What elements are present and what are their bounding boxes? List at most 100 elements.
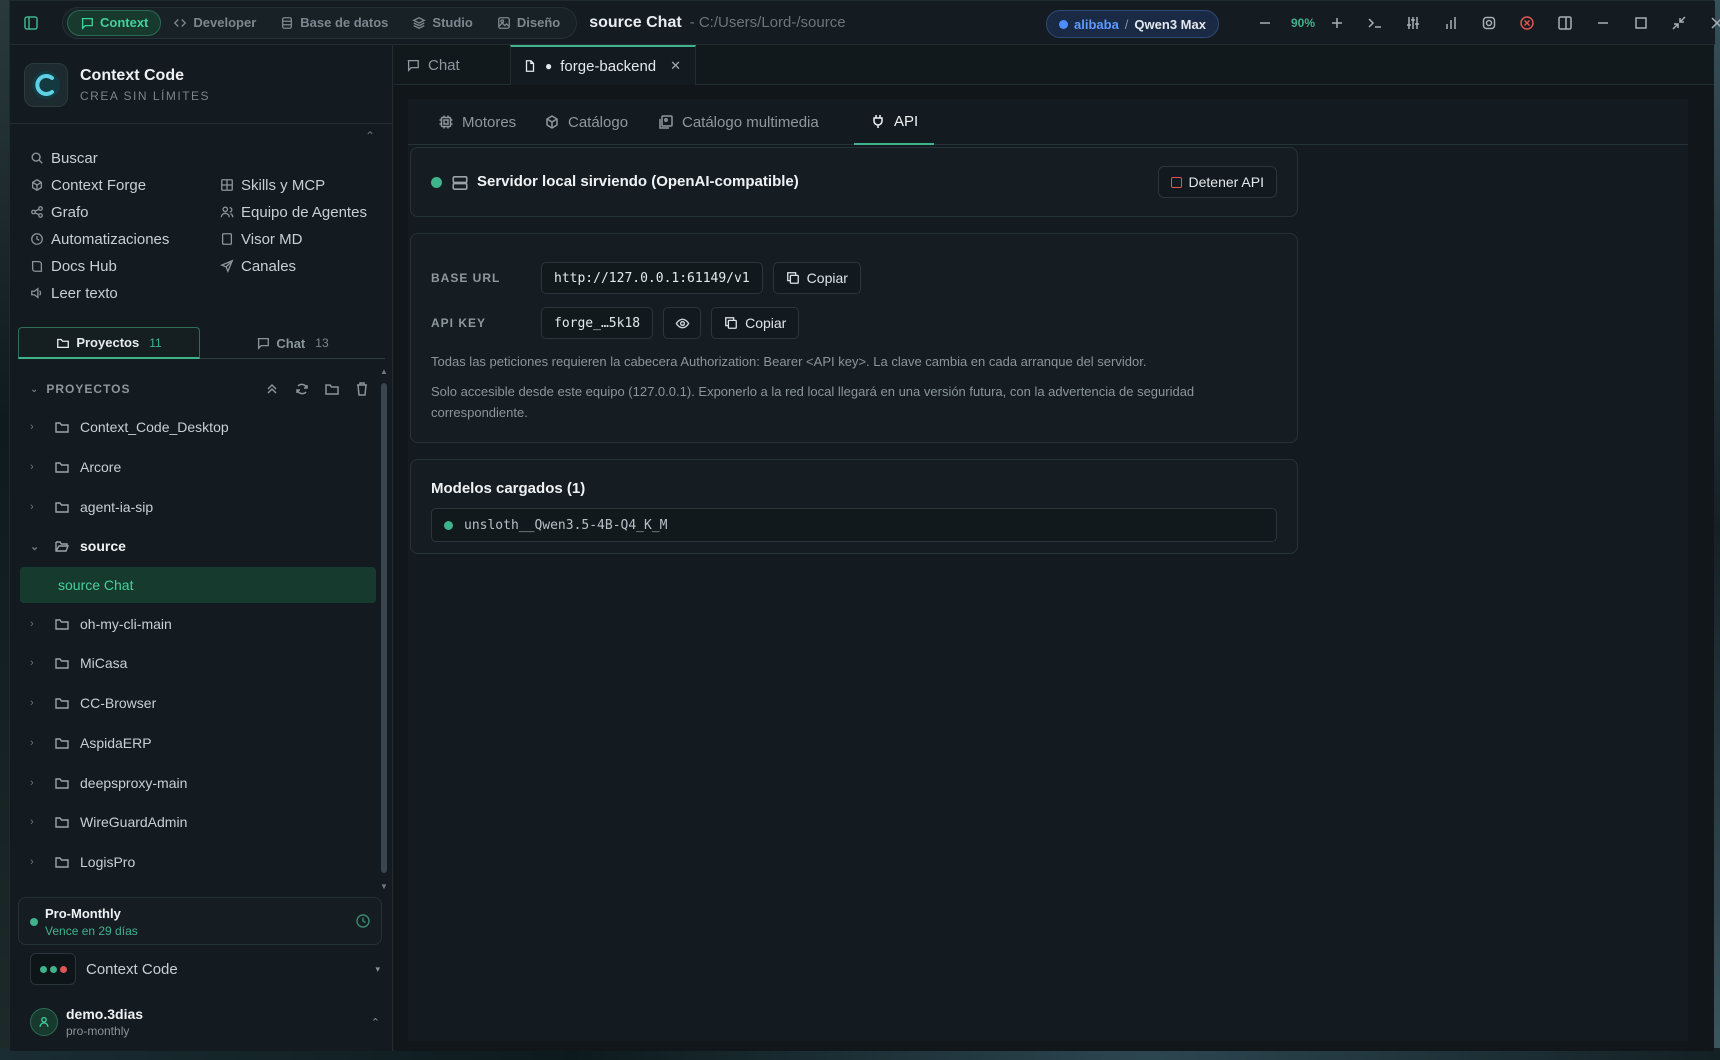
mode-label: Studio (432, 15, 473, 30)
model-selector[interactable]: alibaba / Qwen3 Max (1046, 10, 1219, 38)
user-menu[interactable]: demo.3dias pro-monthly ⌃ (30, 1003, 380, 1041)
mode-design[interactable]: Diseño (485, 10, 572, 36)
reveal-key-button[interactable] (663, 307, 702, 339)
code-icon (174, 18, 187, 27)
workspace-selector[interactable]: Context Code ▾ (30, 951, 380, 987)
tab-catalog[interactable]: Catálogo (528, 99, 644, 145)
tab-forge-backend[interactable]: ● forge-backend ✕ (510, 45, 696, 85)
tab-projects[interactable]: Proyectos 11 (18, 327, 200, 359)
divider (10, 123, 393, 124)
api-key-value[interactable]: forge_…5k18 (541, 307, 654, 339)
cpu-icon (439, 115, 453, 129)
plan-expiry: Vence en 29 días (45, 924, 138, 938)
close-tab-icon[interactable]: ✕ (670, 58, 681, 74)
copy-api-key-button[interactable]: Copiar (711, 307, 800, 339)
bar-chart-icon[interactable] (1436, 8, 1466, 38)
project-item[interactable]: › Arcore (30, 449, 370, 485)
mode-studio[interactable]: Studio (400, 10, 484, 36)
mode-label: Base de datos (300, 15, 389, 30)
project-item-open[interactable]: ⌄ source (30, 528, 370, 564)
scroll-up-arrow-icon[interactable]: ▲ (380, 367, 388, 376)
unsaved-dot-icon: ● (545, 59, 553, 73)
nav-item-read-text[interactable]: Leer texto (30, 282, 118, 304)
tab-api[interactable]: API (854, 99, 935, 145)
project-item[interactable]: › CC-Browser (30, 685, 370, 721)
folder-icon (55, 778, 69, 789)
app-window: Context Developer Base de datos Studio D… (9, 0, 1720, 1051)
project-name: source (80, 538, 126, 554)
nav-item-context-forge[interactable]: Context Forge (30, 174, 146, 196)
base-url-label: BASE URL (431, 271, 501, 285)
scroll-down-arrow-icon[interactable]: ▼ (380, 882, 388, 891)
avatar (30, 1008, 58, 1036)
plan-status-dot (30, 918, 38, 926)
zoom-level: 90% (1290, 16, 1316, 30)
project-item[interactable]: › agent-ia-sip (30, 489, 370, 525)
mode-context[interactable]: Context (67, 9, 162, 36)
mode-database[interactable]: Base de datos (268, 10, 400, 36)
zoom-out-icon[interactable] (1250, 8, 1280, 38)
base-url-value[interactable]: http://127.0.0.1:61149/v1 (541, 262, 763, 294)
project-chat-item-active[interactable]: source Chat (20, 567, 376, 603)
folder-icon (55, 738, 69, 749)
chevron-down-icon[interactable]: ⌄ (30, 384, 38, 395)
book-icon (31, 260, 43, 272)
tab-chat[interactable]: Chat (394, 45, 510, 85)
mode-developer[interactable]: Developer (161, 10, 268, 36)
tab-label: Catálogo (568, 113, 629, 131)
trash-icon[interactable] (354, 381, 370, 397)
grid-icon (221, 179, 233, 191)
split-panel-icon[interactable] (1550, 8, 1580, 38)
refresh-icon[interactable] (294, 381, 310, 397)
nav-item-skills-mcp[interactable]: Skills y MCP (220, 174, 325, 196)
plan-card[interactable]: Pro-Monthly Vence en 29 días (18, 897, 382, 945)
nav-item-md-viewer[interactable]: Visor MD (220, 228, 302, 250)
model-name: Qwen3 Max (1134, 16, 1206, 32)
tab-chat[interactable]: Chat 13 (200, 327, 385, 359)
close-circle-icon[interactable] (1512, 8, 1542, 38)
zoom-in-icon[interactable] (1322, 8, 1352, 38)
tab-multimedia-catalog[interactable]: Catálogo multimedia (642, 99, 835, 145)
provider-separator: / (1124, 16, 1129, 32)
sidebar-toggle-icon[interactable] (16, 8, 46, 38)
project-item[interactable]: › MiCasa (30, 645, 370, 681)
nav-item-graph[interactable]: Grafo (30, 201, 89, 223)
new-folder-icon[interactable] (324, 381, 340, 397)
dropdown-icon: ▾ (375, 963, 380, 974)
tab-engines[interactable]: Motores (422, 99, 532, 145)
nav-item-search[interactable]: Buscar (30, 147, 98, 169)
nav-item-channels[interactable]: Canales (220, 255, 296, 277)
project-item[interactable]: › Context_Code_Desktop (30, 409, 370, 445)
compact-icon[interactable] (1664, 8, 1694, 38)
stop-api-label: Detener API (1188, 174, 1265, 190)
copy-base-url-button[interactable]: Copiar (772, 262, 861, 294)
terminal-icon[interactable] (1360, 8, 1390, 38)
project-list-scrollbar[interactable]: ▲ ▼ (380, 367, 388, 891)
nav-label: Context Forge (51, 176, 147, 194)
nav-item-docs-hub[interactable]: Docs Hub (30, 255, 117, 277)
scrollbar-thumb[interactable] (381, 383, 387, 873)
project-item[interactable]: › AspidaERP (30, 725, 370, 761)
project-name: oh-my-cli-main (80, 616, 172, 632)
main-area: Chat ● forge-backend ✕ Motores Catálogo (394, 45, 1714, 1051)
stop-api-button[interactable]: Detener API (1157, 166, 1277, 198)
database-icon (282, 16, 293, 29)
minimize-icon[interactable] (1588, 8, 1618, 38)
project-item[interactable]: › LogisPro (30, 844, 370, 880)
settings-gear-icon[interactable] (1474, 8, 1504, 38)
collapse-up-icon[interactable]: ⌃ (365, 129, 375, 143)
maximize-icon[interactable] (1626, 8, 1656, 38)
api-credentials-card: BASE URL http://127.0.0.1:61149/v1 Copia… (410, 233, 1298, 443)
project-item[interactable]: › deepsproxy-main (30, 765, 370, 801)
model-row[interactable]: unsloth__Qwen3.5-4B-Q4_K_M (431, 508, 1277, 542)
tab-count: 13 (315, 336, 329, 350)
sliders-icon[interactable] (1398, 8, 1428, 38)
nav-label: Visor MD (241, 230, 303, 248)
window-close-icon[interactable] (1702, 8, 1720, 38)
project-name: agent-ia-sip (80, 499, 154, 515)
nav-item-agent-team[interactable]: Equipo de Agentes (220, 201, 367, 223)
project-item[interactable]: › oh-my-cli-main (30, 606, 370, 642)
collapse-all-icon[interactable] (264, 381, 280, 397)
nav-item-automations[interactable]: Automatizaciones (30, 228, 169, 250)
project-item[interactable]: › WireGuardAdmin (30, 804, 370, 840)
